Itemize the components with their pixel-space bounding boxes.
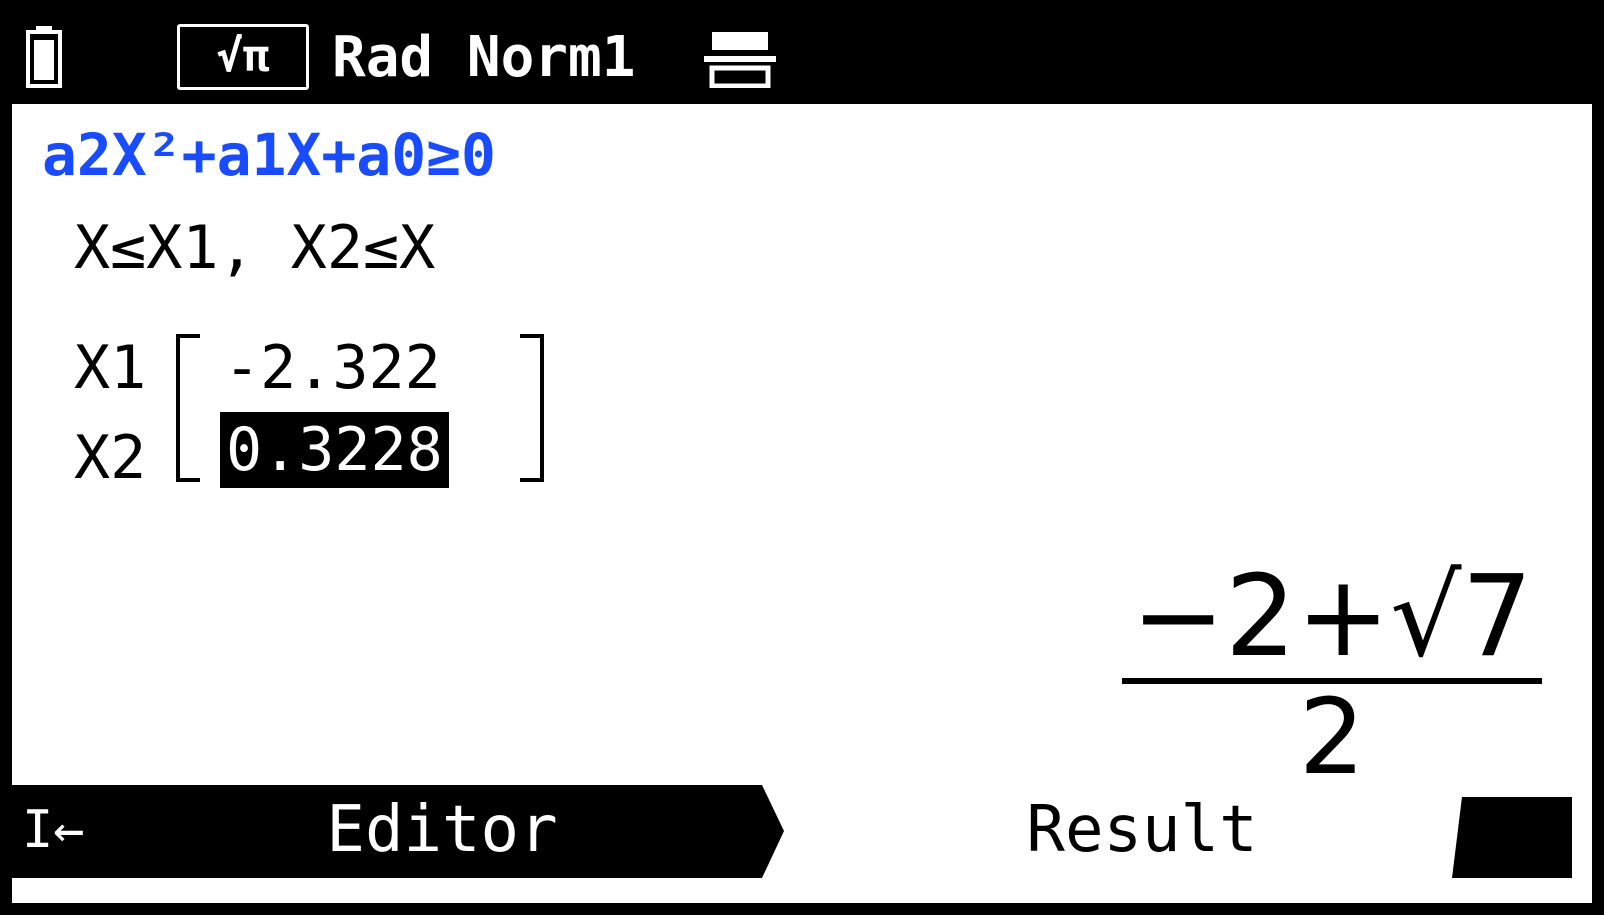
solution-condition: X≤X1, X2≤X bbox=[74, 213, 436, 283]
back-to-start-button[interactable]: I← bbox=[12, 785, 122, 878]
exact-result: −2+√7 2 bbox=[1122, 552, 1542, 798]
matrix-left-bracket bbox=[176, 334, 200, 482]
solution-label-x2: X2 bbox=[74, 423, 147, 493]
result-denominator: 2 bbox=[1298, 676, 1366, 798]
status-bar: √π Rad Norm1 bbox=[12, 12, 1592, 104]
solution-value-x2-selected[interactable]: 0.3228 bbox=[220, 412, 449, 488]
result-tab[interactable]: Result bbox=[842, 785, 1442, 878]
mode-label: √π bbox=[216, 31, 270, 82]
solution-label-x1: X1 bbox=[74, 333, 147, 403]
battery-icon bbox=[26, 26, 62, 88]
matrix-right-bracket bbox=[520, 334, 544, 482]
fraction-display-icon bbox=[704, 32, 776, 88]
editor-tab-arrow bbox=[762, 785, 784, 878]
result-numerator: −2+√7 bbox=[1131, 552, 1533, 682]
inequality-equation: a2X²+a1X+a0≥0 bbox=[42, 121, 496, 189]
editor-tab[interactable]: Editor bbox=[122, 785, 762, 878]
math-mode-indicator: √π bbox=[177, 24, 309, 90]
calculator-screen: √π Rad Norm1 a2X²+a1X+a0≥0 X≤X1, X2≤X X1… bbox=[0, 0, 1604, 915]
softkey-corner-icon bbox=[1452, 797, 1572, 878]
solution-value-x1[interactable]: -2.322 bbox=[224, 330, 441, 406]
function-key-bar: I← Editor Result bbox=[12, 785, 1592, 878]
angle-format-status: Rad Norm1 bbox=[332, 25, 636, 90]
